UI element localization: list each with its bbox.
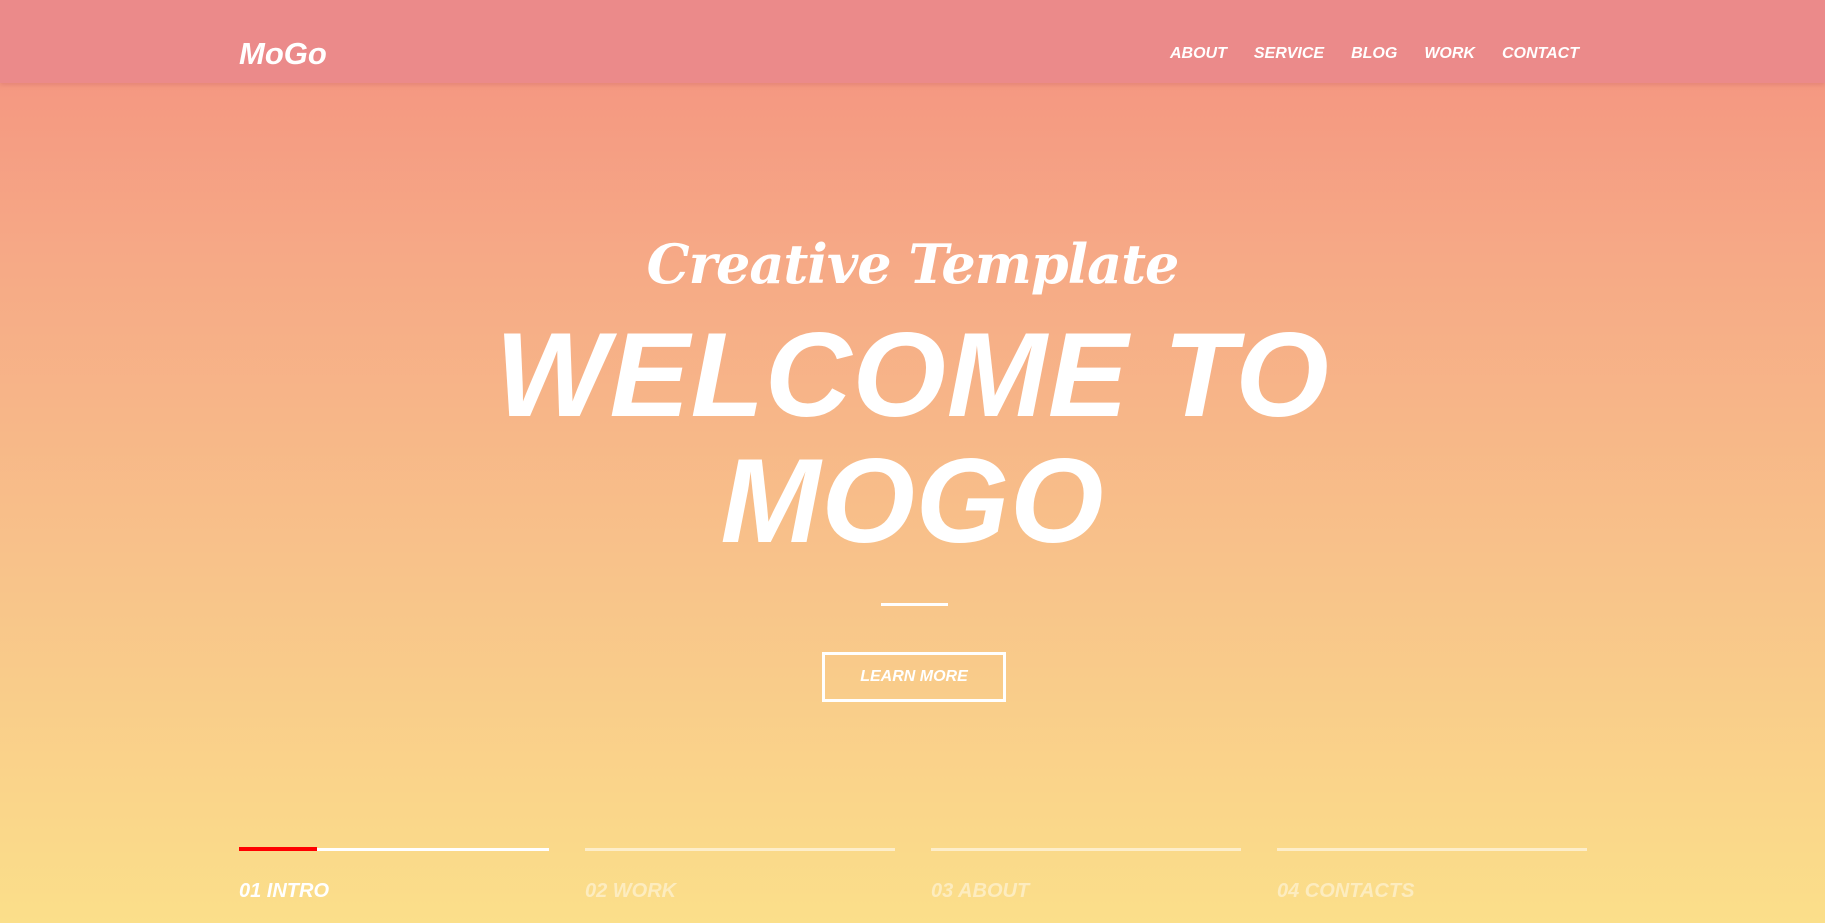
learn-more-button[interactable]: LEARN MORE [822,652,1006,702]
site-header: MoGo ABOUT SERVICE BLOG WORK CONTACT [0,0,1825,83]
slide-indicator-contacts[interactable]: 04 CONTACTS [1277,848,1587,903]
slide-track [931,848,1241,851]
slide-label: 02 WORK [585,880,677,902]
slide-indicator-work[interactable]: 02 WORK [585,848,895,903]
slide-track [239,847,549,851]
slide-progress-bar [239,847,317,851]
slide-label: 04 CONTACTS [1277,880,1415,902]
slide-label: 03 ABOUT [931,880,1030,902]
hero-title-line-1: WELCOME TO [495,308,1330,442]
slide-indicator-intro[interactable]: 01 INTRO [239,847,549,903]
slide-indicator-about[interactable]: 03 ABOUT [931,848,1241,903]
hero-title: WELCOME TO MOGO [0,312,1825,564]
slider-indicators: 01 INTRO 02 WORK 03 ABOUT 04 CONTACTS [239,847,1590,903]
nav-link-about[interactable]: ABOUT [1170,44,1227,64]
hero-divider [881,603,948,606]
main-nav: ABOUT SERVICE BLOG WORK CONTACT [1170,44,1579,64]
hero-title-line-2: MOGO [720,434,1105,568]
nav-link-service[interactable]: SERVICE [1254,44,1324,64]
nav-link-work[interactable]: WORK [1424,44,1475,64]
slide-track [585,848,895,851]
logo[interactable]: MoGo [239,36,327,72]
slide-track [1277,848,1587,851]
hero-subtitle: Creative Template [646,232,1180,296]
nav-link-contact[interactable]: CONTACT [1502,44,1579,64]
nav-link-blog[interactable]: BLOG [1351,44,1397,64]
slide-label: 01 INTRO [239,880,330,902]
